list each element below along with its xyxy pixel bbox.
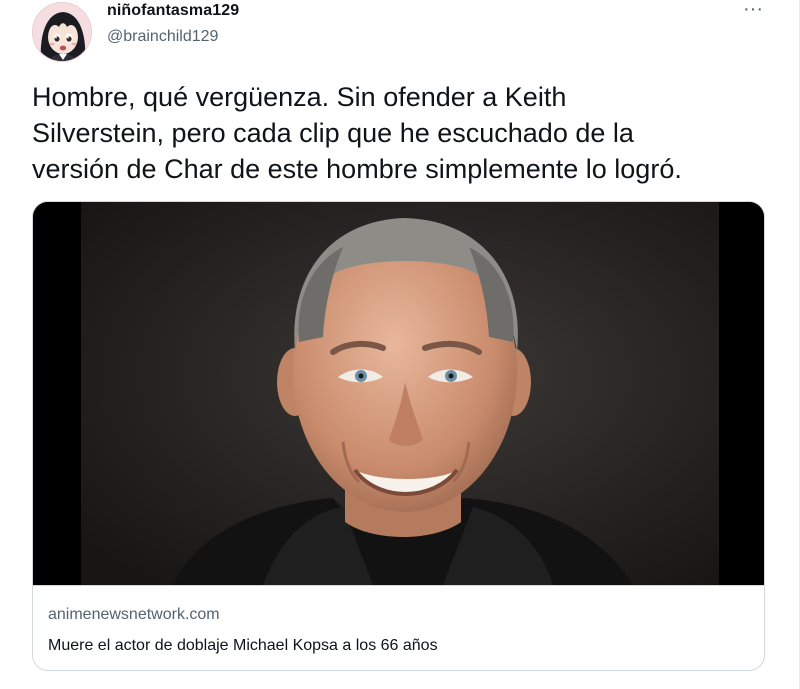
card-domain: animenewsnetwork.com (48, 606, 220, 623)
smiling-man-portrait-icon (33, 202, 764, 585)
card-title[interactable]: Muere el actor de doblaje Michael Kopsa … (48, 637, 438, 655)
tweet-text-line: versión de Char de este hombre simplemen… (32, 154, 682, 184)
more-options-icon[interactable]: ··· (738, 0, 768, 24)
author-handle[interactable]: @brainchild129 (107, 28, 218, 46)
tweet: niñofantasma129 @brainchild129 ··· Hombr… (0, 0, 800, 689)
link-preview-card[interactable]: animenewsnetwork.com Muere el actor de d… (32, 201, 765, 671)
tweet-text-line: Hombre, qué vergüenza. Sin ofender a Kei… (32, 82, 567, 112)
avatar[interactable] (32, 2, 92, 62)
card-image[interactable] (33, 202, 764, 585)
anime-girl-avatar-icon (33, 3, 91, 61)
tweet-text: Hombre, qué vergüenza. Sin ofender a Kei… (32, 79, 772, 187)
card-meta: animenewsnetwork.com Muere el actor de d… (33, 585, 764, 670)
author-display-name[interactable]: niñofantasma129 (107, 2, 239, 20)
tweet-text-line: Silverstein, pero cada clip que he escuc… (32, 118, 634, 148)
